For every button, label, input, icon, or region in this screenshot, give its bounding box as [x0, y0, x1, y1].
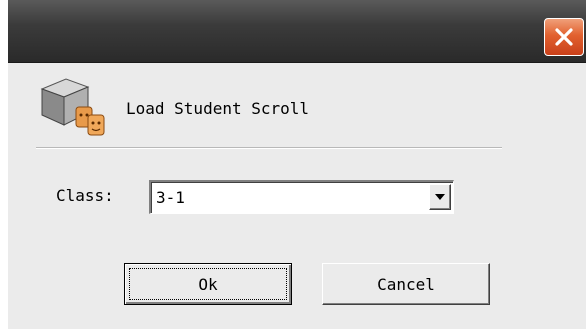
close-button[interactable] — [544, 18, 584, 56]
ok-button[interactable]: Ok — [124, 263, 292, 305]
cancel-button[interactable]: Cancel — [322, 263, 490, 305]
class-select-dropdown-button[interactable] — [429, 184, 451, 210]
student-scroll-icon — [40, 78, 105, 136]
dialog-heading: Load Student Scroll — [126, 99, 310, 118]
chevron-down-icon — [435, 194, 445, 200]
title-bar[interactable] — [8, 0, 586, 63]
close-icon — [555, 28, 573, 46]
dialog-window: Load Student Scroll Class: 3-1 Ok Cancel — [0, 0, 586, 329]
class-select-value: 3-1 — [156, 188, 185, 207]
cancel-button-label: Cancel — [377, 274, 435, 294]
divider — [36, 147, 502, 149]
class-select[interactable]: 3-1 — [149, 180, 454, 214]
dialog-body: Load Student Scroll Class: 3-1 Ok Cancel — [8, 63, 586, 329]
class-label: Class: — [56, 186, 114, 205]
focus-ring — [129, 268, 287, 300]
